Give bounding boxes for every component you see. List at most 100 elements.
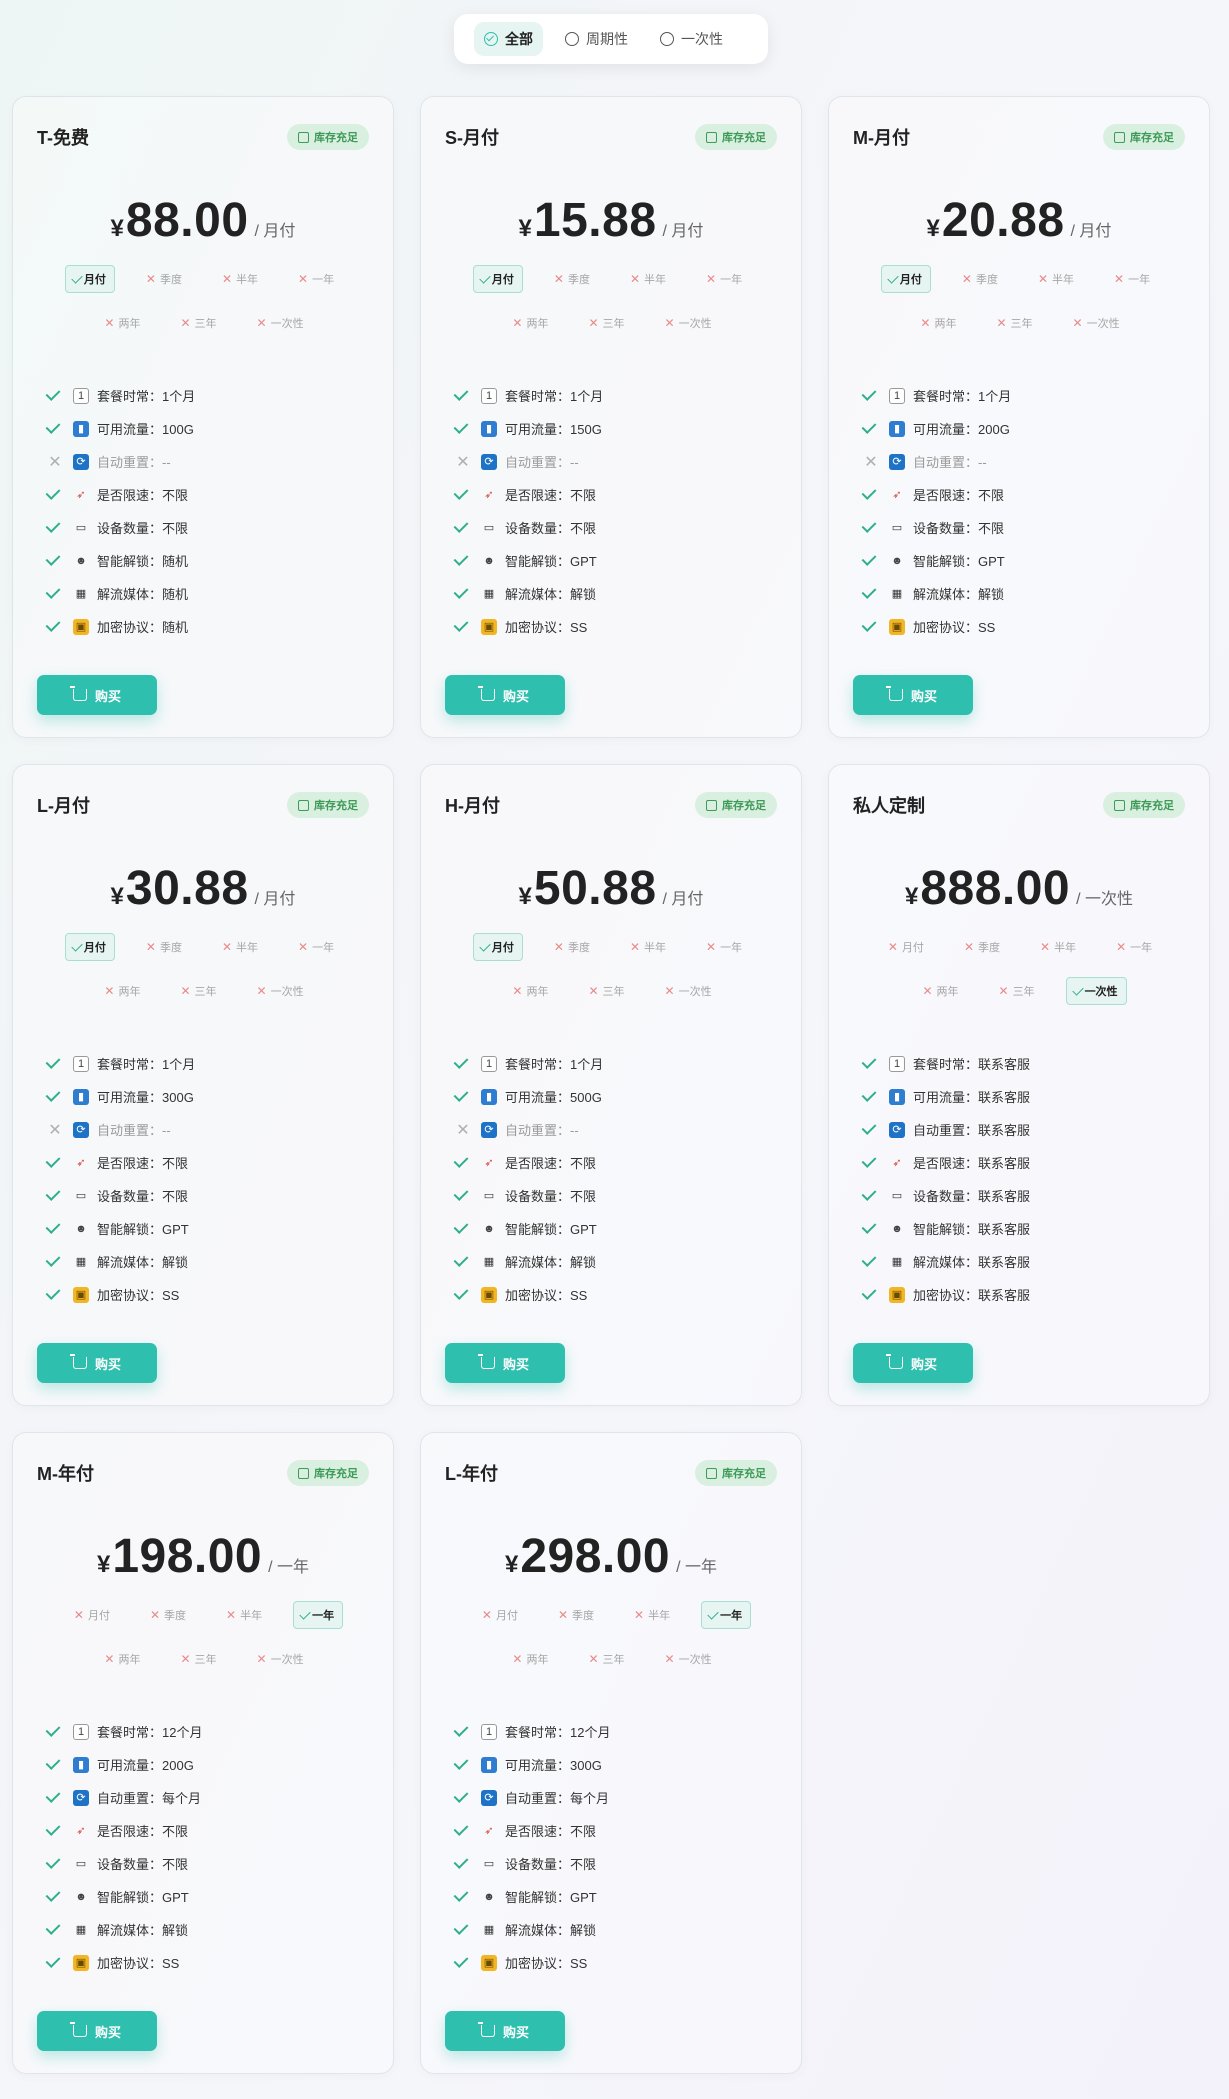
feature-item: ⟳ 自动重置：每个月 [453, 1781, 781, 1814]
period-option[interactable]: ✕ 三年 [171, 977, 225, 1005]
period-option[interactable]: ✕一年 [289, 265, 343, 293]
period-option[interactable]: ✕ 半年 [625, 1601, 679, 1629]
period-option[interactable]: ✕ 三年 [171, 309, 225, 337]
cross-icon: ✕ [149, 1608, 161, 1622]
period-option[interactable]: ✕ 季度 [953, 265, 1007, 293]
period-option[interactable]: ✕ 季度 [549, 1601, 603, 1629]
period-option[interactable]: ✕一次性 [248, 977, 313, 1005]
period-label: 月付 [495, 1610, 518, 1622]
period-option[interactable]: ✕月付 [473, 1601, 527, 1629]
period-option[interactable]: ✕ 两年 [95, 1645, 149, 1673]
period-options: ✕月付 ✕季度 ✕半年 ✕一年 ✕两年 ✕三年 ✕一次性 [853, 265, 1187, 337]
period-option[interactable]: ✕一年 [293, 1601, 344, 1629]
currency-symbol: ¥ [504, 1551, 519, 1578]
period-label: 两年 [936, 986, 959, 998]
period-option[interactable]: ✕ 两年 [95, 309, 149, 337]
period-option[interactable]: ✕月付 [64, 265, 115, 293]
feature-item: ⟳ 自动重置：每个月 [45, 1781, 373, 1814]
period-option[interactable]: ✕ 季度 [955, 933, 1009, 961]
period-option[interactable]: ✕ 三年 [987, 309, 1041, 337]
plan-card: T-免费库存充足¥88.00/ 月付✕月付✕季度✕半年✕一年✕两年✕三年✕一次性… [12, 96, 394, 738]
period-label: 两年 [118, 318, 141, 330]
period-option[interactable]: ✕ 两年 [503, 977, 557, 1005]
period-option[interactable]: ✕ 半年 [213, 265, 267, 293]
plan-card-header: L-月付 库存充足 [37, 765, 369, 841]
check-icon [71, 939, 83, 952]
period-option[interactable]: ✕一次性 [1065, 977, 1127, 1005]
period-option[interactable]: ✕ 季度 [545, 265, 599, 293]
period-option[interactable]: ✕月付 [472, 265, 523, 293]
chart-icon: ▮ [73, 420, 89, 437]
plan-card-header: H-月付 库存充足 [445, 765, 777, 841]
period-option[interactable]: ✕ 三年 [579, 1645, 633, 1673]
period-label: 一年 [720, 1610, 743, 1622]
check-icon [861, 1186, 877, 1201]
period-option[interactable]: ✕ 半年 [621, 265, 675, 293]
check-icon [453, 1285, 469, 1300]
clapper-icon: ▦ [483, 588, 495, 600]
plan-name: M-年付 [37, 1464, 94, 1484]
buy-button[interactable]: 购买 [445, 675, 565, 715]
period-option[interactable]: ✕一年 [289, 933, 343, 961]
filter-option[interactable]: 一次性 [650, 22, 733, 56]
period-option[interactable]: ✕一次性 [656, 309, 721, 337]
feature-item: ✕ ⟳ 自动重置：-- [861, 445, 1189, 478]
period-label: 季度 [572, 1610, 595, 1622]
period-option[interactable]: ✕ 半年 [213, 933, 267, 961]
period-option[interactable]: ✕ 两年 [911, 309, 965, 337]
cross-icon: ✕ [664, 984, 675, 998]
period-option[interactable]: ✕月付 [64, 933, 115, 961]
period-option[interactable]: ✕ 三年 [990, 977, 1044, 1005]
period-option[interactable]: ✕一次性 [656, 1645, 721, 1673]
feature-item: ➶ 是否限速：不限 [45, 478, 373, 511]
period-option[interactable]: ✕一年 [697, 933, 751, 961]
filter-option[interactable]: 周期性 [555, 22, 638, 56]
period-option[interactable]: ✕一次性 [1064, 309, 1129, 337]
feature-text: 智能解锁：GPT [97, 1222, 189, 1237]
period-option[interactable]: ✕一年 [697, 265, 751, 293]
period-option[interactable]: ✕一次性 [656, 977, 721, 1005]
period-option[interactable]: ✕ 三年 [579, 977, 633, 1005]
buy-button[interactable]: 购买 [445, 1343, 565, 1383]
period-option[interactable]: ✕月付 [880, 265, 931, 293]
period-label: 月付 [87, 1610, 110, 1622]
period-option[interactable]: ✕ 半年 [217, 1601, 271, 1629]
period-option[interactable]: ✕ 半年 [1029, 265, 1083, 293]
buy-button[interactable]: 购买 [37, 1343, 157, 1383]
period-option[interactable]: ✕ 两年 [503, 1645, 557, 1673]
period-option[interactable]: ✕月付 [472, 933, 523, 961]
period-option[interactable]: ✕ 两年 [913, 977, 967, 1005]
period-option[interactable]: ✕月付 [879, 933, 933, 961]
price-unit: / 月付 [254, 891, 296, 908]
period-option[interactable]: ✕ 两年 [95, 977, 149, 1005]
feature-text: 设备数量：不限 [505, 1189, 597, 1204]
buy-button[interactable]: 购买 [37, 2011, 157, 2051]
period-option[interactable]: ✕一年 [1105, 265, 1159, 293]
filter-option-label: 周期性 [586, 31, 628, 47]
period-option[interactable]: ✕ 季度 [137, 265, 191, 293]
plan-card-header: M-年付 库存充足 [37, 1433, 369, 1509]
check-icon [861, 1219, 877, 1234]
cross-icon: ✕ [588, 984, 599, 998]
period-option[interactable]: ✕ 三年 [171, 1645, 225, 1673]
buy-button[interactable]: 购买 [853, 1343, 973, 1383]
period-option[interactable]: ✕月付 [65, 1601, 119, 1629]
period-option[interactable]: ✕一年 [701, 1601, 752, 1629]
buy-button[interactable]: 购买 [445, 2011, 565, 2051]
period-option[interactable]: ✕ 季度 [545, 933, 599, 961]
period-option[interactable]: ✕ 半年 [621, 933, 675, 961]
period-option[interactable]: ✕一年 [1107, 933, 1161, 961]
period-option[interactable]: ✕ 季度 [137, 933, 191, 961]
chart-icon: ▮ [889, 420, 905, 437]
cross-icon: ✕ [922, 984, 933, 998]
period-option[interactable]: ✕ 两年 [503, 309, 557, 337]
period-option[interactable]: ✕ 季度 [141, 1601, 195, 1629]
filter-option[interactable]: 全部 [474, 22, 543, 56]
feature-text: 是否限速：不限 [505, 1824, 597, 1839]
period-option[interactable]: ✕ 三年 [579, 309, 633, 337]
period-option[interactable]: ✕一次性 [248, 309, 313, 337]
buy-button[interactable]: 购买 [37, 675, 157, 715]
buy-button[interactable]: 购买 [853, 675, 973, 715]
period-option[interactable]: ✕一次性 [248, 1645, 313, 1673]
period-option[interactable]: ✕ 半年 [1031, 933, 1085, 961]
